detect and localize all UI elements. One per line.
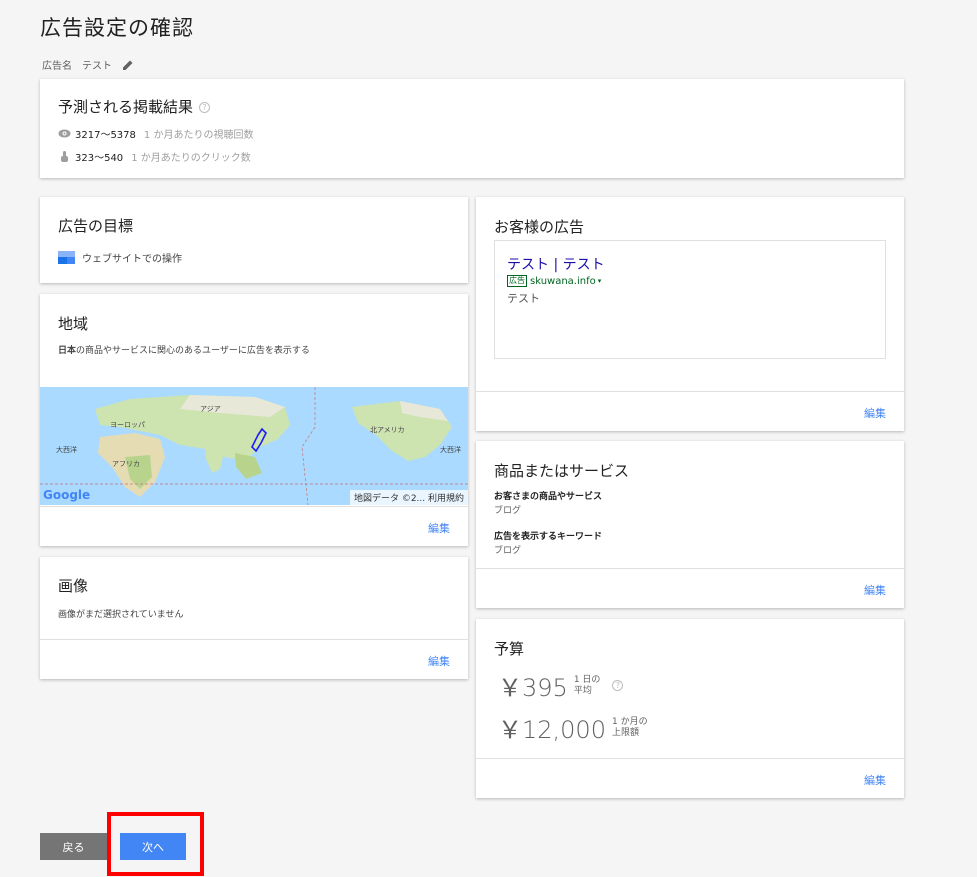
- map-label-asia: アジア: [200, 405, 221, 413]
- clicks-value: 323〜540: [75, 153, 124, 164]
- region-title: 地域: [58, 315, 89, 333]
- budget-edit-link[interactable]: 編集: [864, 772, 886, 788]
- ad-preview: テスト | テスト 広告 skuwana.info ▾ テスト: [494, 240, 886, 359]
- back-button[interactable]: 戻る: [40, 833, 107, 860]
- pointer-icon: [61, 151, 68, 162]
- dropdown-arrow-icon[interactable]: ▾: [598, 277, 602, 285]
- ad-edit-link[interactable]: 編集: [864, 405, 886, 421]
- map-attribution[interactable]: 地図データ ©2... 利用規約: [349, 490, 468, 505]
- ad-card: お客様の広告 テスト | テスト 広告 skuwana.info ▾ テスト 編…: [476, 197, 904, 431]
- region-edit-link[interactable]: 編集: [428, 520, 450, 536]
- monthly-unit-2: 上限額: [611, 727, 639, 738]
- website-icon: [58, 251, 75, 264]
- image-desc: 画像がまだ選択されていません: [58, 610, 184, 620]
- product-label: お客さまの商品やサービス: [494, 492, 603, 502]
- ad-footer: 編集: [476, 391, 904, 431]
- ad-title: お客様の広告: [494, 218, 585, 236]
- clicks-label: 1 か月あたりのクリック数: [131, 153, 251, 164]
- image-edit-link[interactable]: 編集: [428, 653, 450, 669]
- next-button[interactable]: 次へ: [120, 833, 186, 860]
- map-label-ocean-right: 大西洋: [440, 446, 461, 454]
- product-value: ブログ: [494, 506, 522, 516]
- image-title: 画像: [58, 577, 89, 595]
- service-footer: 編集: [476, 568, 904, 608]
- service-title: 商品またはサービス: [494, 462, 630, 480]
- region-card: 地域 日本の商品やサービスに関心のあるユーザーに広告を表示する アジア ヨーロッ…: [40, 294, 468, 546]
- map-label-ocean-left: 大西洋: [56, 446, 77, 454]
- ad-name-label: 広告名: [42, 61, 72, 72]
- map-label-africa: アフリカ: [112, 460, 140, 468]
- region-footer: 編集: [40, 506, 468, 546]
- service-edit-link[interactable]: 編集: [864, 582, 886, 598]
- goal-title: 広告の目標: [58, 217, 134, 235]
- goal-value: ウェブサイトでの操作: [82, 254, 182, 265]
- world-map-shapes: [40, 387, 468, 505]
- ad-name-row: 広告名 テスト: [42, 57, 134, 72]
- monthly-budget-value: ￥12,000: [498, 716, 606, 744]
- forecast-title: 予測される掲載結果: [58, 98, 194, 116]
- service-card: 商品またはサービス お客さまの商品やサービス ブログ 広告を表示するキーワード …: [476, 441, 904, 608]
- ad-description: テスト: [507, 292, 540, 305]
- image-footer: 編集: [40, 639, 468, 679]
- budget-title: 予算: [494, 640, 525, 658]
- eye-icon: [58, 129, 71, 138]
- monthly-unit-1: 1 か月の: [611, 716, 648, 727]
- clicks-row: 323〜540 1 か月あたりのクリック数: [58, 149, 886, 164]
- budget-card: 予算 ￥395 1 日の 平均 ? ￥12,000 1 か月の 上限額 編集: [476, 619, 904, 798]
- ad-name-value: テスト: [82, 61, 112, 72]
- ad-badge: 広告: [507, 275, 527, 287]
- ad-headline[interactable]: テスト | テスト: [507, 254, 873, 274]
- map-label-europe: ヨーロッパ: [110, 421, 145, 429]
- keyword-label: 広告を表示するキーワード: [494, 532, 603, 542]
- views-row: 3217〜5378 1 か月あたりの視聴回数: [58, 126, 886, 141]
- daily-unit-1: 1 日の: [573, 674, 601, 685]
- map-label-north-america: 北アメリカ: [370, 426, 405, 434]
- budget-footer: 編集: [476, 758, 904, 798]
- views-value: 3217〜5378: [75, 130, 136, 141]
- daily-budget-value: ￥395: [498, 674, 568, 702]
- region-desc: 日本の商品やサービスに関心のあるユーザーに広告を表示する: [58, 346, 310, 356]
- google-logo: Google: [43, 488, 91, 502]
- daily-budget-row: ￥395 1 日の 平均 ?: [498, 668, 624, 703]
- help-icon[interactable]: ?: [612, 680, 624, 691]
- region-map[interactable]: アジア ヨーロッパ アフリカ 北アメリカ 大西洋 大西洋 Google 地図デー…: [40, 387, 468, 505]
- daily-unit-2: 平均: [573, 685, 592, 696]
- ad-url: skuwana.info: [530, 275, 596, 287]
- forecast-card: 予測される掲載結果? 3217〜5378 1 か月あたりの視聴回数 323〜54…: [40, 79, 904, 178]
- page-title: 広告設定の確認: [40, 16, 194, 40]
- keyword-value: ブログ: [494, 546, 522, 556]
- pencil-icon[interactable]: [122, 59, 134, 71]
- help-icon[interactable]: ?: [199, 102, 211, 113]
- views-label: 1 か月あたりの視聴回数: [143, 130, 254, 141]
- image-card: 画像 画像がまだ選択されていません 編集: [40, 557, 468, 679]
- goal-card: 広告の目標 ウェブサイトでの操作: [40, 197, 468, 283]
- monthly-budget-row: ￥12,000 1 か月の 上限額: [498, 710, 648, 745]
